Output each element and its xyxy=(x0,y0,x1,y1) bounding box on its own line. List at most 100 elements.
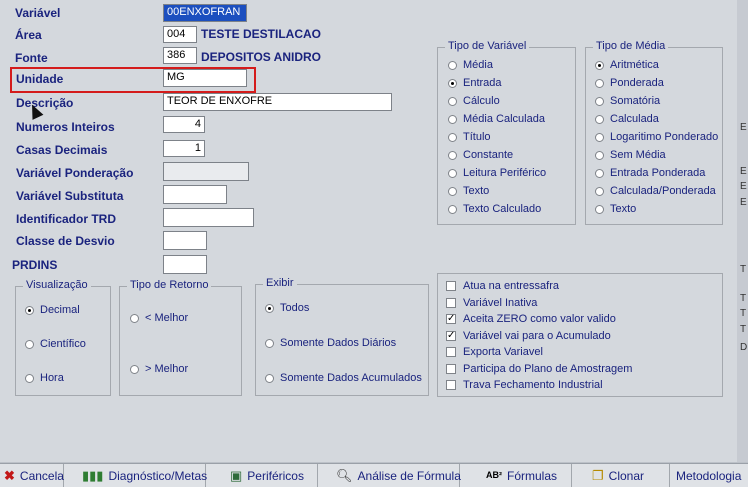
radio-icon[interactable] xyxy=(448,204,457,214)
numeros-inteiros-input[interactable]: 4 xyxy=(163,116,205,133)
classe-desvio-input[interactable] xyxy=(163,231,207,250)
option-label: Entrada Ponderada xyxy=(610,167,706,179)
checkbox-icon[interactable] xyxy=(446,347,456,357)
tipo-media-option-calculada[interactable]: Calculada xyxy=(595,113,659,125)
metodologia-button[interactable]: Metodologia xyxy=(670,464,748,487)
tipo-retorno-title: Tipo de Retorno xyxy=(127,279,212,291)
tipo-variavel-option-texto-calculado[interactable]: Texto Calculado xyxy=(448,203,541,215)
cancela-button[interactable]: ✖ Cancela xyxy=(0,464,64,487)
tipo-media-option-logaritimo-ponderado[interactable]: Logaritimo Ponderado xyxy=(595,131,718,143)
radio-icon[interactable] xyxy=(595,186,604,196)
fonte-code-input[interactable]: 386 xyxy=(163,47,197,64)
identificador-trd-input[interactable] xyxy=(163,208,254,227)
radio-icon[interactable] xyxy=(448,78,457,88)
radio-icon[interactable] xyxy=(25,305,34,315)
perifericos-button[interactable]: ▣ Periféricos xyxy=(206,464,318,487)
exibir-option-somente-dados-acumulados[interactable]: Somente Dados Acumulados xyxy=(265,372,422,384)
checkbox-icon[interactable]: ✓ xyxy=(446,314,456,324)
option-label: Decimal xyxy=(40,304,80,316)
visualizacao-option-hora[interactable]: Hora xyxy=(25,372,64,384)
tipo-media-option-somatoria[interactable]: Somatória xyxy=(595,95,660,107)
radio-icon[interactable] xyxy=(448,168,457,178)
unidade-highlight-box xyxy=(10,67,256,93)
strip-char: T xyxy=(740,264,747,275)
tipo-variavel-option-calculo[interactable]: Cálculo xyxy=(448,95,500,107)
radio-icon[interactable] xyxy=(595,60,604,70)
tipo-media-option-sem-media[interactable]: Sem Média xyxy=(595,149,666,161)
checkbox-icon[interactable] xyxy=(446,297,456,308)
variavel-input[interactable]: 00ENXOFRAN xyxy=(163,4,247,22)
radio-icon[interactable] xyxy=(595,204,604,214)
area-code-input[interactable]: 004 xyxy=(163,26,197,43)
radio-icon[interactable] xyxy=(448,96,457,106)
radio-icon[interactable] xyxy=(25,373,34,383)
radio-icon[interactable] xyxy=(595,96,604,106)
tipo-media-option-calculada-ponderada[interactable]: Calculada/Ponderada xyxy=(595,185,716,197)
variavel-substituta-input[interactable] xyxy=(163,185,227,204)
bottom-toolbar: ✖ Cancela ▮▮▮ Diagnóstico/Metas ▣ Perifé… xyxy=(0,463,748,487)
option-label: Título xyxy=(463,131,491,143)
cancela-label: Cancela xyxy=(19,468,64,483)
tipo-variavel-option-leitura-periferico[interactable]: Leitura Periférico xyxy=(448,167,546,179)
strip-char: T xyxy=(740,308,747,319)
radio-icon[interactable] xyxy=(595,150,604,160)
tipo-variavel-option-constante[interactable]: Constante xyxy=(448,149,513,161)
descricao-label: Descrição xyxy=(16,96,74,110)
tipo-variavel-option-media-calculada[interactable]: Média Calculada xyxy=(448,113,545,125)
radio-icon[interactable] xyxy=(448,114,457,124)
flag-variavel-inativa[interactable]: Variável Inativa xyxy=(446,297,537,309)
tipo-media-option-aritmetica[interactable]: Aritmética xyxy=(595,59,659,71)
tipo-retorno-option-melhor[interactable]: < Melhor xyxy=(130,312,188,324)
area-name: TESTE DESTILACAO xyxy=(201,27,322,41)
tipo-variavel-option-texto[interactable]: Texto xyxy=(448,185,489,197)
flag-exporta-variavel[interactable]: Exporta Variavel xyxy=(446,346,543,358)
radio-icon[interactable] xyxy=(595,132,604,142)
radio-icon[interactable] xyxy=(130,313,139,323)
diagnostico-button[interactable]: ▮▮▮ Diagnóstico/Metas xyxy=(64,464,207,487)
tipo-variavel-option-titulo[interactable]: Título xyxy=(448,131,491,143)
tipo-variavel-option-entrada[interactable]: Entrada xyxy=(448,77,502,89)
checkbox-icon[interactable] xyxy=(446,380,456,390)
variavel-ponderacao-input[interactable] xyxy=(163,162,249,181)
analise-formula-button[interactable]: 🔍︎ Análise de Fórmula xyxy=(318,464,461,487)
visualizacao-option-decimal[interactable]: Decimal xyxy=(25,304,80,316)
flag-variavel-vai-para-o-acumulado[interactable]: ✓ Variável vai para o Acumulado xyxy=(446,330,611,342)
option-label: Entrada xyxy=(463,77,502,89)
tipo-media-option-texto[interactable]: Texto xyxy=(595,203,636,215)
radio-icon[interactable] xyxy=(265,373,274,383)
flag-label: Trava Fechamento Industrial xyxy=(463,379,603,391)
checkbox-icon[interactable] xyxy=(446,363,456,374)
tipo-retorno-option-melhor[interactable]: > Melhor xyxy=(130,363,188,375)
clonar-button[interactable]: ❐ Clonar xyxy=(572,464,670,487)
tipo-media-option-entrada-ponderada[interactable]: Entrada Ponderada xyxy=(595,167,705,179)
tipo-media-option-ponderada[interactable]: Ponderada xyxy=(595,77,664,89)
casas-decimais-input[interactable]: 1 xyxy=(163,140,205,157)
prdins-input[interactable] xyxy=(163,255,207,274)
option-label: < Melhor xyxy=(145,312,189,324)
radio-icon[interactable] xyxy=(595,168,604,178)
flag-trava-fechamento-industrial[interactable]: Trava Fechamento Industrial xyxy=(446,379,603,391)
descricao-input[interactable]: TEOR DE ENXOFRE xyxy=(163,93,392,111)
clone-icon: ❐ xyxy=(592,468,604,483)
checkbox-icon[interactable]: ✓ xyxy=(446,330,456,341)
radio-icon[interactable] xyxy=(448,132,457,142)
radio-icon[interactable] xyxy=(265,303,274,313)
exibir-option-todos[interactable]: Todos xyxy=(265,302,309,314)
radio-icon[interactable] xyxy=(130,364,139,374)
visualizacao-option-cientifico[interactable]: Científico xyxy=(25,338,86,350)
fonte-label: Fonte xyxy=(15,51,48,65)
radio-icon[interactable] xyxy=(595,78,604,88)
formulas-button[interactable]: AB² Fórmulas xyxy=(460,464,572,487)
flag-participa-do-plano-de-amostragem[interactable]: Participa do Plano de Amostragem xyxy=(446,363,632,375)
radio-icon[interactable] xyxy=(448,150,457,160)
checkbox-icon[interactable] xyxy=(446,281,456,291)
exibir-option-somente-dados-diarios[interactable]: Somente Dados Diários xyxy=(265,337,396,349)
radio-icon[interactable] xyxy=(448,186,457,196)
radio-icon[interactable] xyxy=(25,339,34,349)
flag-atua-na-entressafra[interactable]: Atua na entressafra xyxy=(446,280,559,292)
tipo-variavel-option-media[interactable]: Média xyxy=(448,59,493,71)
radio-icon[interactable] xyxy=(448,60,457,70)
radio-icon[interactable] xyxy=(595,114,604,124)
flag-aceita-zero-como-valor-valido[interactable]: ✓ Aceita ZERO como valor valido xyxy=(446,313,616,325)
radio-icon[interactable] xyxy=(265,338,274,348)
